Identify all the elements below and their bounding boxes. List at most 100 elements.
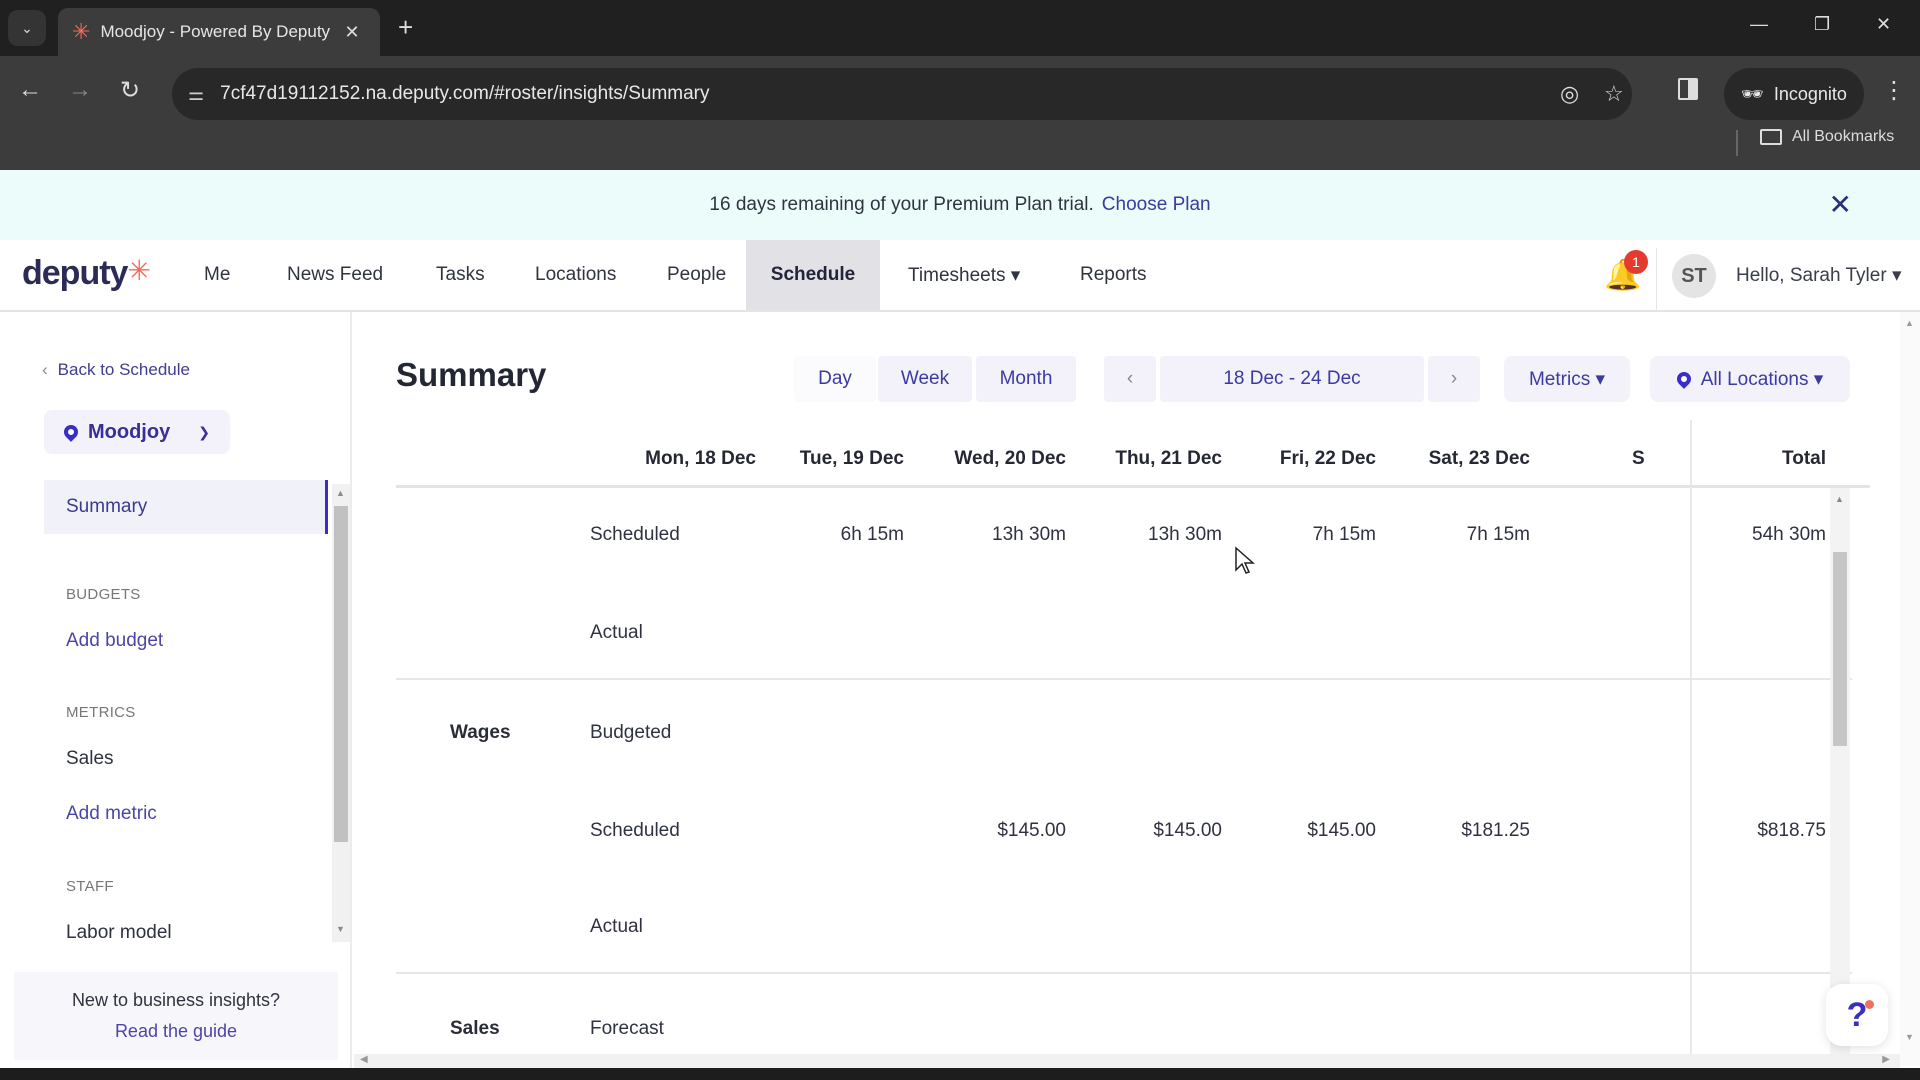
table-scroll-thumb[interactable]	[1833, 552, 1847, 746]
horizontal-scrollbar[interactable]: ◀ ▶	[354, 1054, 1900, 1068]
table-header: Mon, 18 Dec Tue, 19 Dec Wed, 20 Dec Thu,…	[396, 432, 1870, 488]
chevron-right-icon[interactable]: ›	[1428, 356, 1480, 402]
view-month-button[interactable]: Month	[976, 356, 1076, 402]
incognito-indicator[interactable]: 🕶 Incognito	[1724, 68, 1864, 120]
table-cell: $145.00	[1153, 820, 1222, 841]
browser-toolbar: ← → ↻ ⚌ 7cf47d19112152.na.deputy.com/#ro…	[0, 56, 1920, 170]
row-label: Budgeted	[590, 722, 672, 743]
column-header: Mon, 18 Dec	[645, 448, 756, 469]
location-pin-icon	[1673, 369, 1694, 389]
metrics-dropdown[interactable]: Metrics ▾	[1504, 356, 1630, 402]
logo-text: deputy	[22, 254, 128, 292]
eye-off-icon[interactable]: ◎	[1560, 81, 1579, 107]
scroll-up-icon[interactable]: ▲	[336, 488, 345, 498]
back-icon[interactable]: ←	[18, 76, 42, 104]
nav-locations[interactable]: Locations	[507, 240, 644, 310]
nav-divider	[1656, 248, 1657, 310]
tab-search-icon[interactable]: ⌄	[8, 10, 46, 46]
address-bar[interactable]: ⚌ 7cf47d19112152.na.deputy.com/#roster/i…	[172, 68, 1632, 120]
star-icon[interactable]: ☆	[1604, 81, 1624, 107]
deputy-favicon: ✳	[72, 19, 91, 44]
scroll-down-icon[interactable]: ▼	[1905, 1032, 1914, 1042]
group-label-sales: Sales	[450, 1018, 500, 1039]
location-pin-icon	[61, 422, 81, 442]
scroll-up-icon[interactable]: ▲	[1905, 318, 1914, 328]
column-header: Fri, 22 Dec	[1279, 448, 1376, 469]
tab-title: Moodjoy - Powered By Deputy	[100, 22, 331, 41]
sidebar-item-summary[interactable]: Summary	[44, 480, 328, 534]
column-header-total: Total	[1782, 448, 1826, 469]
forward-icon[interactable]: →	[68, 76, 92, 104]
restore-icon[interactable]: ❐	[1814, 14, 1830, 35]
table-cell: $145.00	[1307, 820, 1376, 841]
scroll-right-icon[interactable]: ▶	[1882, 1054, 1890, 1065]
nav-me[interactable]: Me	[176, 240, 258, 310]
back-to-schedule-link[interactable]: ‹ Back to Schedule	[42, 360, 190, 380]
chevron-left-icon[interactable]: ‹	[1104, 356, 1156, 402]
sidebar-list: Summary BUDGETS Add budget METRICS Sales…	[44, 480, 328, 940]
browser-tab[interactable]: ✳ Moodjoy - Powered By Deputy ✕	[58, 8, 380, 56]
scroll-down-icon[interactable]: ▼	[336, 924, 345, 934]
view-week-button[interactable]: Week	[878, 356, 972, 402]
column-header: Thu, 21 Dec	[1115, 448, 1222, 469]
folder-icon	[1760, 129, 1782, 145]
all-locations-dropdown[interactable]: All Locations ▾	[1650, 356, 1850, 402]
reload-icon[interactable]: ↻	[120, 76, 140, 105]
sidebar-item-labor-model[interactable]: Labor model	[66, 922, 172, 940]
all-bookmarks-button[interactable]: All Bookmarks	[1760, 128, 1894, 146]
back-label: Back to Schedule	[57, 360, 190, 379]
choose-plan-link[interactable]: Choose Plan	[1102, 194, 1211, 216]
nav-schedule[interactable]: Schedule	[746, 240, 880, 310]
section-heading-budgets: BUDGETS	[66, 586, 141, 603]
add-budget-link[interactable]: Add budget	[66, 630, 163, 652]
table-cell: 6h 15m	[840, 524, 904, 545]
browser-tab-bar: ⌄ ✳ Moodjoy - Powered By Deputy ✕ + — ❐ …	[0, 0, 1920, 56]
help-notification-dot	[1865, 1000, 1874, 1009]
section-heading-staff: STAFF	[66, 878, 114, 895]
close-icon[interactable]: ✕	[344, 22, 359, 43]
bookmarks-divider	[1736, 130, 1738, 156]
view-day-button[interactable]: Day	[794, 356, 876, 402]
close-banner-icon[interactable]: ✕	[1829, 188, 1852, 221]
avatar[interactable]: ST	[1672, 254, 1716, 298]
table-cell: $181.25	[1461, 820, 1530, 841]
logo-star-icon: ✳	[127, 255, 150, 286]
help-button[interactable]: ?	[1826, 984, 1888, 1046]
page-scrollbar[interactable]: ▲ ▼	[1900, 312, 1920, 1066]
read-guide-link[interactable]: Read the guide	[14, 1021, 338, 1042]
minimize-icon[interactable]: —	[1750, 14, 1768, 35]
row-label: Forecast	[590, 1018, 664, 1039]
date-range-picker[interactable]: 18 Dec - 24 Dec	[1160, 356, 1424, 402]
table-scrollbar[interactable]: ▲	[1830, 488, 1850, 1060]
nav-timesheets[interactable]: Timesheets ▾	[880, 240, 1048, 310]
location-selector[interactable]: Moodjoy ❯	[44, 410, 230, 454]
side-panel-icon[interactable]	[1678, 78, 1698, 100]
guide-box: New to business insights? Read the guide	[14, 972, 338, 1060]
add-metric-link[interactable]: Add metric	[66, 803, 157, 825]
taskbar-edge	[0, 1068, 1920, 1080]
column-header: Wed, 20 Dec	[954, 448, 1066, 469]
scroll-up-icon[interactable]: ▲	[1835, 494, 1844, 504]
column-header: Tue, 19 Dec	[799, 448, 904, 469]
table-cell-total: 54h 30m	[1752, 524, 1826, 545]
plus-icon[interactable]: +	[398, 12, 413, 43]
deputy-logo[interactable]: deputy✳	[22, 254, 151, 293]
sidebar-scroll-thumb[interactable]	[334, 506, 348, 842]
window-close-icon[interactable]: ✕	[1876, 14, 1891, 35]
user-menu[interactable]: Hello, Sarah Tyler ▾	[1736, 264, 1901, 287]
nav-people[interactable]: People	[639, 240, 754, 310]
group-divider	[396, 972, 1852, 974]
site-settings-icon[interactable]: ⚌	[188, 84, 204, 105]
sidebar-item-sales[interactable]: Sales	[66, 748, 114, 770]
row-label: Actual	[590, 622, 643, 643]
location-name: Moodjoy	[88, 420, 171, 443]
scroll-left-icon[interactable]: ◀	[360, 1054, 368, 1065]
nav-reports[interactable]: Reports	[1052, 240, 1175, 310]
nav-tasks[interactable]: Tasks	[408, 240, 513, 310]
more-vert-icon[interactable]: ⋮	[1882, 76, 1906, 105]
sidebar-scrollbar[interactable]: ▲ ▼	[332, 484, 350, 942]
page-title: Summary	[396, 356, 547, 393]
trial-message: 16 days remaining of your Premium Plan t…	[709, 194, 1094, 215]
url-text[interactable]: 7cf47d19112152.na.deputy.com/#roster/ins…	[220, 83, 709, 105]
nav-news-feed[interactable]: News Feed	[259, 240, 411, 310]
